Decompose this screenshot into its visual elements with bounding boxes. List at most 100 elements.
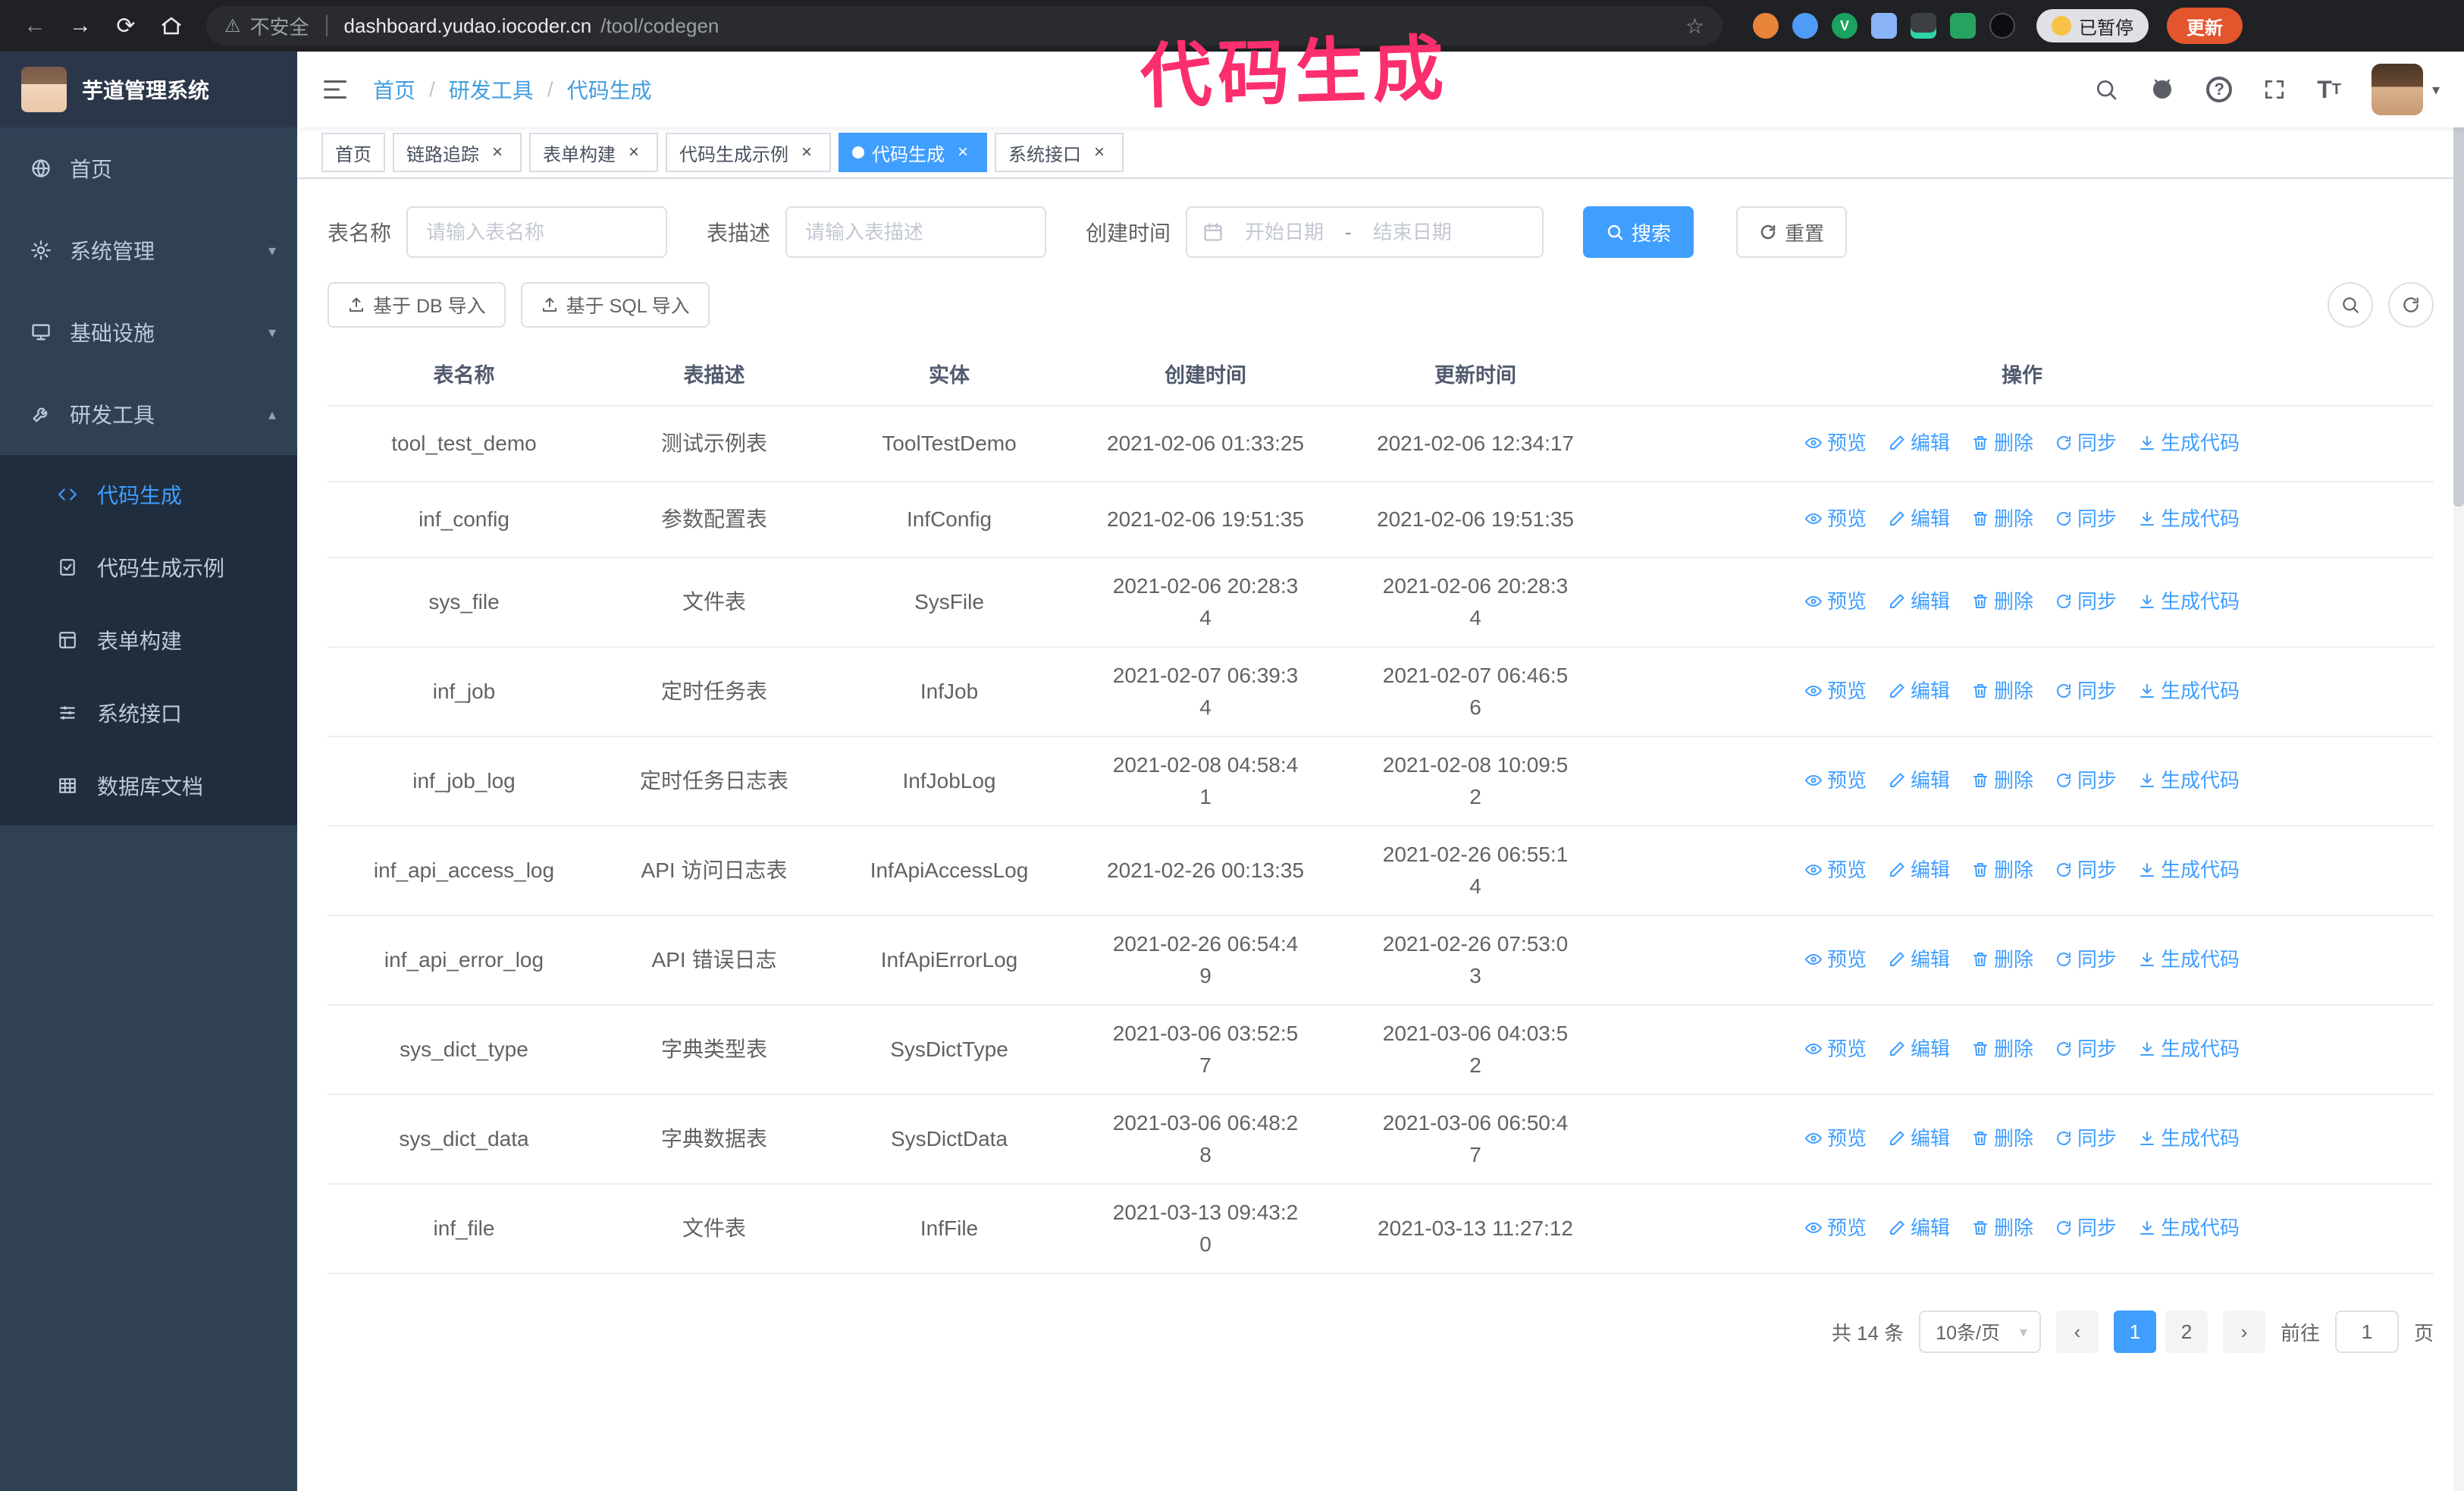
op-sync[interactable]: 同步 (2055, 503, 2117, 535)
sidebar-item-infra[interactable]: 基础设施 ▾ (0, 291, 297, 373)
op-generate[interactable]: 生成代码 (2138, 764, 2240, 796)
forward-icon[interactable]: → (61, 6, 100, 46)
op-preview[interactable]: 预览 (1804, 427, 1867, 459)
extension-icon[interactable]: V (1832, 13, 1857, 39)
op-generate[interactable]: 生成代码 (2138, 503, 2240, 535)
user-menu[interactable]: ▾ (2371, 64, 2440, 115)
op-edit[interactable]: 编辑 (1888, 1033, 1950, 1065)
op-preview[interactable]: 预览 (1804, 1212, 1867, 1244)
sidebar-subitem-form[interactable]: 表单构建 (0, 604, 297, 676)
sidebar-item-tools[interactable]: 研发工具 ▴ (0, 373, 297, 455)
search-icon[interactable] (2094, 77, 2118, 102)
hamburger-icon[interactable] (321, 76, 349, 103)
tab-1[interactable]: 链路追踪 × (393, 133, 522, 172)
op-edit[interactable]: 编辑 (1888, 1212, 1950, 1244)
close-icon[interactable]: × (796, 142, 817, 163)
tab-0[interactable]: 首页 (321, 133, 385, 172)
op-edit[interactable]: 编辑 (1888, 854, 1950, 886)
op-preview[interactable]: 预览 (1804, 1033, 1867, 1065)
sidebar-item-home[interactable]: 首页 (0, 127, 297, 209)
app-logo[interactable]: 芋道管理系统 (0, 52, 297, 127)
date-end-input[interactable] (1357, 220, 1467, 244)
op-delete[interactable]: 删除 (1971, 503, 2033, 535)
op-edit[interactable]: 编辑 (1888, 427, 1950, 459)
op-sync[interactable]: 同步 (2055, 1212, 2117, 1244)
op-delete[interactable]: 删除 (1971, 585, 2033, 617)
op-delete[interactable]: 删除 (1971, 1033, 2033, 1065)
breadcrumb-item-1[interactable]: 研发工具 (449, 74, 534, 105)
address-bar[interactable]: ⚠ 不安全 dashboard.yudao.iocoder.cn/tool/co… (206, 6, 1723, 46)
next-page-button[interactable]: › (2222, 1311, 2265, 1353)
update-button[interactable]: 更新 (2167, 8, 2243, 44)
font-size-icon[interactable]: TT (2317, 77, 2341, 102)
op-generate[interactable]: 生成代码 (2138, 675, 2240, 707)
close-icon[interactable]: × (952, 142, 973, 163)
paused-badge[interactable]: 已暂停 (2036, 9, 2149, 42)
op-sync[interactable]: 同步 (2055, 943, 2117, 975)
op-generate[interactable]: 生成代码 (2138, 1033, 2240, 1065)
op-sync[interactable]: 同步 (2055, 585, 2117, 617)
refresh-button[interactable] (2388, 282, 2434, 328)
import-sql-button[interactable]: 基于 SQL 导入 (520, 282, 710, 328)
op-preview[interactable]: 预览 (1804, 764, 1867, 796)
op-edit[interactable]: 编辑 (1888, 764, 1950, 796)
tab-3[interactable]: 代码生成示例 × (666, 133, 831, 172)
sidebar-item-gear[interactable]: 系统管理 ▾ (0, 209, 297, 291)
bookmark-star-icon[interactable]: ☆ (1685, 14, 1704, 39)
op-sync[interactable]: 同步 (2055, 427, 2117, 459)
date-start-input[interactable] (1230, 220, 1340, 244)
op-sync[interactable]: 同步 (2055, 1033, 2117, 1065)
reset-button[interactable]: 重置 (1736, 206, 1848, 258)
op-preview[interactable]: 预览 (1804, 1122, 1867, 1154)
op-edit[interactable]: 编辑 (1888, 503, 1950, 535)
fullscreen-icon[interactable] (2262, 77, 2287, 102)
extension-icon[interactable] (1989, 13, 2015, 39)
extension-icon[interactable] (1792, 13, 1818, 39)
op-generate[interactable]: 生成代码 (2138, 943, 2240, 975)
op-preview[interactable]: 预览 (1804, 854, 1867, 886)
sidebar-subitem-api[interactable]: 系统接口 (0, 676, 297, 749)
breadcrumb-item-2[interactable]: 代码生成 (567, 74, 652, 105)
op-preview[interactable]: 预览 (1804, 943, 1867, 975)
op-sync[interactable]: 同步 (2055, 854, 2117, 886)
help-icon[interactable]: ? (2206, 77, 2233, 102)
reload-icon[interactable]: ⟳ (106, 6, 146, 46)
page-size-select[interactable]: 10条/页 ▾ (1919, 1311, 2041, 1353)
import-db-button[interactable]: 基于 DB 导入 (328, 282, 506, 328)
op-generate[interactable]: 生成代码 (2138, 585, 2240, 617)
page-1[interactable]: 1 (2113, 1311, 2156, 1353)
date-range-picker[interactable]: - (1186, 206, 1544, 258)
search-button[interactable]: 搜索 (1583, 206, 1694, 258)
breadcrumb-item-0[interactable]: 首页 (373, 74, 415, 105)
close-icon[interactable]: × (623, 142, 644, 163)
op-generate[interactable]: 生成代码 (2138, 1212, 2240, 1244)
op-edit[interactable]: 编辑 (1888, 585, 1950, 617)
op-edit[interactable]: 编辑 (1888, 1122, 1950, 1154)
close-icon[interactable]: × (487, 142, 508, 163)
op-delete[interactable]: 删除 (1971, 427, 2033, 459)
sidebar-subitem-example[interactable]: 代码生成示例 (0, 531, 297, 604)
table-name-input[interactable] (406, 206, 668, 258)
extension-icon[interactable] (1753, 13, 1779, 39)
op-delete[interactable]: 删除 (1971, 1122, 2033, 1154)
op-preview[interactable]: 预览 (1804, 675, 1867, 707)
op-edit[interactable]: 编辑 (1888, 675, 1950, 707)
op-delete[interactable]: 删除 (1971, 675, 2033, 707)
extension-icon[interactable] (1950, 13, 1976, 39)
prev-page-button[interactable]: ‹ (2055, 1311, 2099, 1353)
tab-5[interactable]: 系统接口 × (995, 133, 1124, 172)
op-sync[interactable]: 同步 (2055, 764, 2117, 796)
close-icon[interactable]: × (1089, 142, 1110, 163)
home-icon[interactable] (152, 6, 191, 46)
back-icon[interactable]: ← (15, 6, 55, 46)
op-sync[interactable]: 同步 (2055, 1122, 2117, 1154)
extension-icon[interactable] (1911, 13, 1936, 39)
op-delete[interactable]: 删除 (1971, 764, 2033, 796)
goto-page-input[interactable] (2334, 1311, 2399, 1353)
sidebar-subitem-code[interactable]: 代码生成 (0, 458, 297, 531)
op-sync[interactable]: 同步 (2055, 675, 2117, 707)
page-2[interactable]: 2 (2165, 1311, 2208, 1353)
extension-icon[interactable] (1871, 13, 1897, 39)
op-delete[interactable]: 删除 (1971, 854, 2033, 886)
op-edit[interactable]: 编辑 (1888, 943, 1950, 975)
